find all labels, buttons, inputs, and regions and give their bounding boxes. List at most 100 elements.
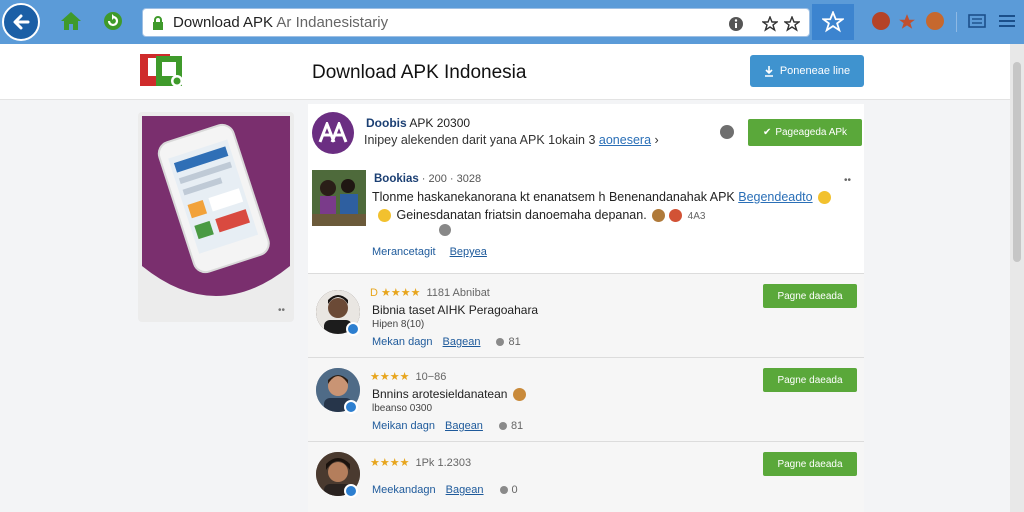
pin-icon [899, 14, 915, 29]
shop-icon[interactable] [926, 12, 944, 30]
menu-button[interactable] [996, 10, 1018, 32]
address-url[interactable]: Download APK Ar Indanesistariy [173, 14, 388, 31]
post-link-1[interactable]: Merancetagit [372, 246, 436, 258]
review-item: ★★★★ 10−86 Bnnins arotesieldanatean lbean… [308, 357, 864, 441]
review-item: D ★★★★ 1181 Abnibat Bibnia taset AIHK Per… [308, 273, 864, 357]
review-count: 81 [508, 336, 521, 348]
library-icon [968, 14, 986, 28]
review-links: Mekan dagn Bagean 81 [372, 336, 521, 348]
review-button-label: Pagne daeada [777, 458, 843, 470]
review-rating: ★★★★ 10−86 [370, 370, 446, 383]
back-button[interactable] [2, 3, 40, 41]
more-icon[interactable]: •• [844, 176, 858, 186]
library-button[interactable] [966, 10, 988, 32]
post-header: Bookias · 200 · 3028 [374, 173, 481, 185]
bookmark-button[interactable] [761, 15, 779, 33]
shield-icon[interactable] [872, 12, 890, 30]
post-thumbnail[interactable] [312, 170, 366, 226]
toolbar-separator [956, 12, 957, 32]
back-arrow-icon [13, 14, 30, 30]
app-name: Doobis APK 20300 [366, 116, 470, 130]
smile-emoji-icon [378, 209, 391, 223]
review-text: Bnnins arotesieldanatean [372, 387, 528, 402]
review-links: Meikan dagn Bagean 81 [372, 420, 523, 432]
review-count: 0 [511, 484, 518, 496]
page-content: Download APK Indonesia Poneneae line •• [0, 44, 1010, 512]
app-name-rest: APK 20300 [406, 116, 471, 130]
post-text2: Geinesdanatan friatsin danoemaha depanan… [396, 208, 647, 222]
review-link-1[interactable]: Meekandagn [372, 484, 436, 496]
pin-button[interactable] [896, 11, 918, 33]
home-icon [61, 12, 81, 30]
site-header: Download APK Indonesia Poneneae line [0, 44, 1010, 100]
header-action-button[interactable]: Poneneae line [750, 55, 864, 87]
app-description: Inipey alekenden darit yana APK 1okain 3… [364, 133, 659, 147]
app-card: Doobis APK 20300 Inipey alekenden darit … [308, 104, 864, 274]
logo-icon [140, 54, 183, 87]
review-count: 81 [510, 420, 524, 432]
rating-stars: ★★★★ [370, 371, 410, 383]
promo-dots: •• [278, 305, 286, 316]
post-text-line2: Geinesdanatan friatsin danoemaha depanan… [376, 208, 705, 223]
review-meta: 1181 Abnibat [426, 287, 490, 299]
reply-icon[interactable] [439, 224, 451, 236]
reading-list-button[interactable] [783, 15, 801, 33]
app-logo-icon [318, 122, 348, 143]
post-author[interactable]: Bookias [374, 173, 419, 185]
review-link-1[interactable]: Mekan dagn [372, 336, 433, 348]
comment-icon [498, 422, 507, 431]
site-logo[interactable] [138, 52, 186, 90]
verified-badge-icon [346, 322, 360, 336]
verified-badge-icon [344, 400, 358, 414]
favorites-button[interactable] [812, 4, 854, 40]
review-subtext: lbeanso 0300 [372, 403, 433, 414]
review-link-2[interactable]: Bagean [445, 420, 483, 432]
refresh-button[interactable] [102, 10, 124, 32]
review-download-button[interactable]: Pagne daeada [763, 368, 857, 392]
site-title: Download APK Indonesia [312, 62, 527, 83]
check-icon: ✔ [762, 127, 772, 138]
refresh-icon [104, 12, 122, 30]
post-link-2[interactable]: Bepyea [450, 246, 487, 258]
post-link[interactable]: Begendeadto [738, 190, 812, 204]
post-image [312, 170, 366, 226]
scrollbar-thumb[interactable] [1013, 62, 1021, 262]
phone-illustration [142, 116, 290, 296]
review-link-2[interactable]: Bagean [443, 336, 481, 348]
app-download-label: Pageageda APk [775, 127, 848, 138]
comment-icon [496, 338, 505, 347]
post-meta: · 200 · 3028 [418, 173, 482, 185]
promo-image[interactable]: •• [138, 112, 294, 322]
browser-toolbar: Download APK Ar Indanesistariy [0, 0, 1024, 44]
app-icon[interactable] [312, 112, 354, 154]
review-links: Meekandagn Bagean 0 [372, 484, 518, 496]
star-icon [784, 16, 800, 32]
chevron-right-icon[interactable]: › [655, 133, 659, 147]
review-link-1[interactable]: Meikan dagn [372, 420, 435, 432]
site-info-button[interactable] [727, 15, 745, 33]
review-download-button[interactable]: Pagne daeada [763, 284, 857, 308]
address-bar[interactable]: Download APK Ar Indanesistariy [142, 8, 810, 37]
options-icon[interactable] [720, 125, 734, 139]
url-rest: Ar Indanesistariy [273, 14, 389, 31]
face-emoji-icon [652, 209, 666, 223]
app-download-button[interactable]: ✔ Pageageda APk [748, 119, 862, 146]
review-text-content: Bnnins arotesieldanatean [372, 387, 508, 401]
review-download-button[interactable]: Pagne daeada [763, 452, 857, 476]
info-icon [729, 17, 743, 31]
heart-emoji-icon [669, 209, 683, 223]
post-links: Merancetagit Bepyea [372, 246, 487, 258]
rating-stars: ★★★★ [370, 457, 410, 469]
laugh-emoji-icon [512, 388, 526, 402]
app-desc-link[interactable]: aonesera [599, 133, 651, 147]
app-name-bold: Doobis [366, 116, 407, 130]
review-rating: D ★★★★ 1181 Abnibat [370, 286, 490, 299]
home-button[interactable] [60, 10, 82, 32]
smile-emoji-icon [818, 191, 832, 205]
menu-icon [999, 15, 1015, 27]
vertical-scrollbar[interactable] [1010, 44, 1024, 512]
review-button-label: Pagne daeada [777, 374, 843, 386]
star-icon [762, 16, 778, 32]
review-link-2[interactable]: Bagean [446, 484, 484, 496]
bookmark-star-icon [822, 11, 844, 33]
